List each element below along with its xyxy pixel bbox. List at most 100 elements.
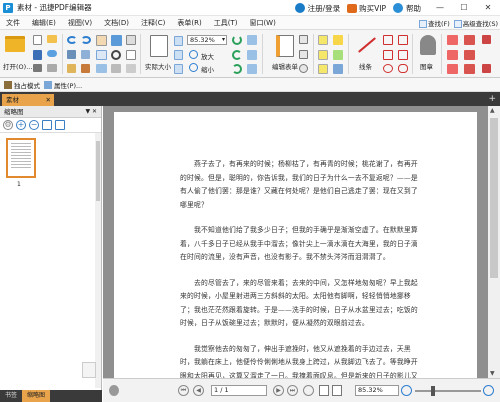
zoom-select[interactable]: 85.32% bbox=[187, 35, 227, 45]
highlight-icon[interactable] bbox=[333, 50, 343, 60]
last-page-button[interactable]: ⏭ bbox=[287, 385, 298, 396]
callout-icon[interactable] bbox=[318, 64, 328, 74]
zoom-tool-icon[interactable] bbox=[111, 50, 121, 60]
cut-icon[interactable] bbox=[67, 50, 76, 59]
panel-controls[interactable]: ▼ ✕ bbox=[85, 106, 97, 118]
stamp-label[interactable]: 图章 bbox=[420, 61, 433, 71]
exclusive-mode-button[interactable]: 独占模式 bbox=[4, 80, 40, 90]
hand-tool-icon[interactable] bbox=[96, 35, 107, 46]
tab-document[interactable]: 素材 ✕ bbox=[2, 94, 54, 106]
cloud-shape-icon[interactable] bbox=[398, 64, 408, 73]
select-text-icon[interactable] bbox=[96, 50, 107, 60]
print-icon[interactable] bbox=[33, 64, 42, 72]
minimize-button[interactable]: — bbox=[428, 0, 452, 16]
prev-page-button[interactable]: ◀ bbox=[193, 385, 204, 396]
page-thumbnail[interactable] bbox=[6, 138, 36, 178]
tab-bookmarks[interactable]: 书签 bbox=[0, 390, 22, 402]
page-icon[interactable] bbox=[126, 50, 136, 60]
rotate-left-icon[interactable] bbox=[232, 50, 242, 60]
line-tool-icon[interactable] bbox=[357, 37, 377, 53]
status-zoom-select[interactable]: 85.32% bbox=[355, 385, 399, 396]
menu-form[interactable]: 表单(R) bbox=[177, 18, 201, 28]
fit-width-icon[interactable] bbox=[174, 50, 183, 60]
loupe-icon[interactable] bbox=[111, 64, 121, 73]
snapshot-icon[interactable] bbox=[96, 64, 107, 73]
new-file-icon[interactable] bbox=[33, 35, 42, 45]
sound-icon[interactable] bbox=[333, 64, 343, 74]
menu-document[interactable]: 文档(D) bbox=[104, 18, 129, 28]
ellipse-icon[interactable] bbox=[383, 64, 393, 73]
redact-icon[interactable] bbox=[447, 64, 458, 74]
help-icon[interactable] bbox=[393, 3, 403, 13]
fit-page-icon[interactable] bbox=[174, 36, 183, 46]
fit-visible-icon[interactable] bbox=[174, 64, 183, 74]
next-page-button[interactable]: ▶ bbox=[273, 385, 284, 396]
scrollbar-thumb[interactable] bbox=[490, 118, 498, 278]
folder-icon[interactable] bbox=[5, 36, 25, 52]
scan-icon[interactable] bbox=[47, 64, 57, 72]
link-icon[interactable] bbox=[464, 50, 475, 60]
undo-icon[interactable] bbox=[67, 36, 77, 44]
zoom-in-status-icon[interactable] bbox=[483, 385, 494, 396]
menu-comment[interactable]: 注释(C) bbox=[141, 18, 165, 28]
zoom-in-thumb-icon[interactable]: + bbox=[16, 120, 26, 130]
cloud-icon[interactable] bbox=[47, 50, 57, 57]
actual-size-label[interactable]: 实际大小 bbox=[145, 61, 171, 71]
arrow-icon[interactable] bbox=[383, 35, 393, 45]
document-view[interactable]: 燕子去了，有再来的时候；杨柳枯了，有再青的时候；桃花谢了，有再开的时候。但是，聪… bbox=[103, 106, 500, 393]
rectangle-icon[interactable] bbox=[383, 50, 393, 60]
stamp-icon[interactable] bbox=[420, 35, 436, 55]
save-icon[interactable] bbox=[33, 50, 42, 60]
zoom-out-thumb-icon[interactable]: − bbox=[29, 120, 39, 130]
zoom-in-icon[interactable] bbox=[189, 50, 198, 59]
expand-icon[interactable] bbox=[482, 64, 491, 73]
scroll-up-icon[interactable]: ▲ bbox=[490, 107, 495, 114]
user-icon[interactable] bbox=[294, 3, 305, 13]
advanced-search-button[interactable]: 高级查找(S) bbox=[453, 18, 498, 28]
eraser-icon[interactable] bbox=[447, 35, 458, 45]
menu-edit[interactable]: 编辑(E) bbox=[32, 18, 56, 28]
menu-view[interactable]: 视图(V) bbox=[68, 18, 92, 28]
close-tab-icon[interactable]: ✕ bbox=[46, 94, 51, 106]
zoom-slider-handle[interactable] bbox=[431, 386, 435, 396]
buy-vip-link[interactable]: 购买VIP bbox=[359, 3, 386, 14]
replace-icon[interactable] bbox=[447, 50, 458, 60]
ruler-icon[interactable] bbox=[126, 35, 136, 45]
more-icon[interactable] bbox=[482, 35, 491, 44]
insert-page-icon[interactable] bbox=[42, 120, 52, 130]
line-tool-label[interactable]: 线条 bbox=[359, 61, 372, 71]
typewriter-icon[interactable] bbox=[318, 35, 328, 45]
zoom-out-label[interactable]: 缩小 bbox=[201, 64, 214, 74]
measure-icon[interactable] bbox=[464, 35, 475, 45]
edit-form-label[interactable]: 编辑表单 bbox=[272, 61, 298, 71]
scroll-down-icon[interactable]: ▼ bbox=[490, 370, 495, 377]
rotate-icon[interactable] bbox=[81, 64, 90, 73]
vertical-scrollbar[interactable]: ▲ ▼ bbox=[488, 106, 500, 378]
redo-icon[interactable] bbox=[81, 36, 91, 44]
rotate-right-icon[interactable] bbox=[232, 64, 242, 74]
login-link[interactable]: 注册/登录 bbox=[308, 3, 341, 14]
settings-icon[interactable] bbox=[109, 385, 119, 396]
menu-window[interactable]: 窗口(W) bbox=[249, 18, 275, 28]
add-tab-icon[interactable]: + bbox=[488, 93, 496, 105]
menu-file[interactable]: 文件 bbox=[6, 18, 20, 28]
edit-form-icon[interactable] bbox=[276, 35, 294, 57]
panel-scrollbar[interactable] bbox=[95, 133, 101, 388]
pencil-icon[interactable] bbox=[398, 50, 408, 60]
polygon-icon[interactable] bbox=[398, 35, 408, 45]
note-icon[interactable] bbox=[333, 35, 343, 45]
zoom-in-label[interactable]: 放大 bbox=[201, 51, 214, 61]
vip-icon[interactable] bbox=[347, 3, 358, 13]
text-box-icon[interactable] bbox=[318, 50, 328, 60]
maximize-button[interactable]: ☐ bbox=[452, 0, 476, 16]
paste-icon[interactable] bbox=[67, 64, 76, 73]
select-icon[interactable] bbox=[111, 35, 122, 46]
attach-icon[interactable] bbox=[464, 64, 475, 74]
menu-tools[interactable]: 工具(T) bbox=[214, 18, 238, 28]
single-page-icon[interactable] bbox=[319, 385, 329, 396]
tab-thumbnails[interactable]: 缩略图 bbox=[22, 390, 51, 402]
properties-button[interactable]: 属性(P)... bbox=[44, 80, 82, 90]
copy-icon[interactable] bbox=[81, 50, 90, 59]
close-button[interactable]: ✕ bbox=[476, 0, 500, 16]
help-link[interactable]: 帮助 bbox=[406, 3, 421, 14]
